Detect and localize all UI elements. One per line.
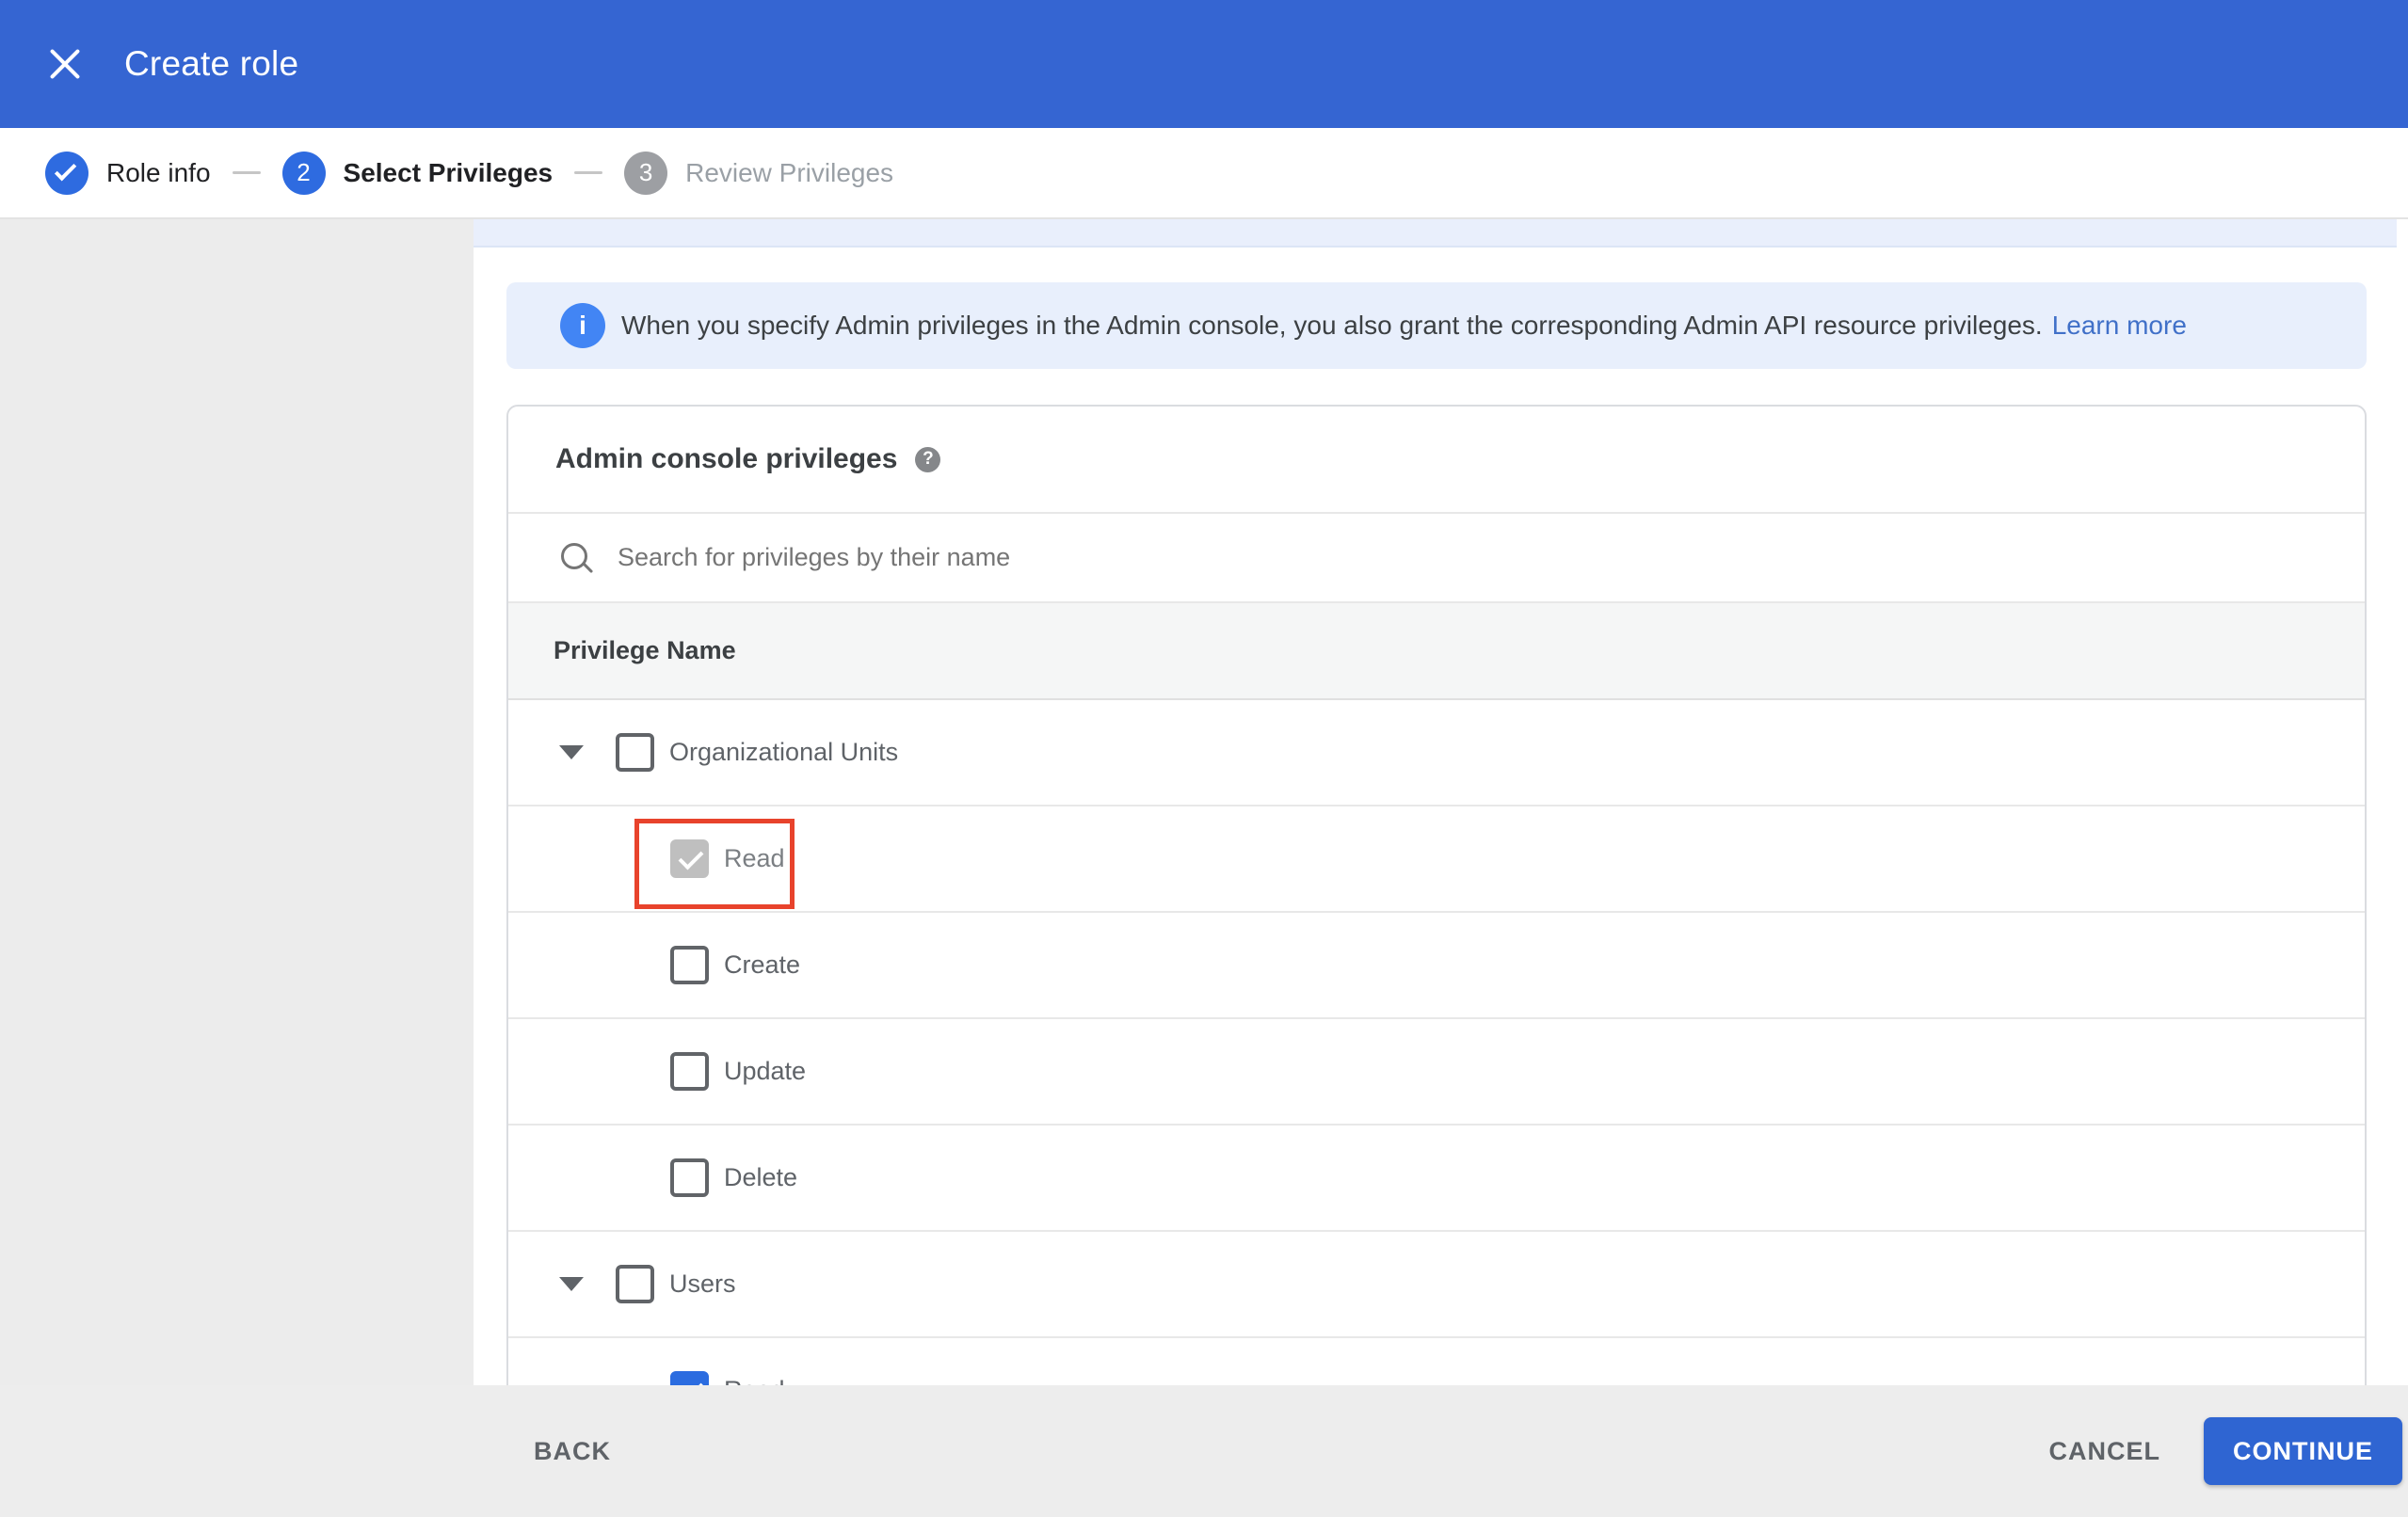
scrolled-section-edge [474, 219, 2397, 248]
cancel-button[interactable]: CANCEL [2049, 1437, 2161, 1466]
privilege-label: Read [724, 1376, 785, 1385]
check-icon [54, 159, 77, 182]
privilege-label: Update [724, 1057, 807, 1085]
privilege-row: Update [508, 1019, 2365, 1126]
info-banner: i When you specify Admin privileges in t… [506, 282, 2367, 369]
search-row [508, 514, 2365, 603]
app-bar: Create role [0, 0, 2408, 128]
step-label: Role info [106, 157, 211, 187]
stepper: Role info 2 Select Privileges 3 Review P… [0, 128, 2408, 219]
privilege-label: Delete [724, 1163, 798, 1191]
back-button[interactable]: BACK [534, 1437, 611, 1466]
card-heading: Admin console privileges ? [508, 407, 2365, 514]
checkbox-checked[interactable] [670, 839, 709, 878]
checkbox-unchecked[interactable] [616, 1265, 654, 1303]
expander-arrow-icon[interactable] [559, 1277, 584, 1291]
step-complete-icon [45, 151, 88, 195]
step-connector [574, 171, 603, 174]
expander-arrow-icon[interactable] [559, 745, 584, 759]
footer-bar: BACK CANCEL CONTINUE [0, 1385, 2408, 1517]
banner-text: When you specify Admin privileges in the… [621, 311, 2043, 340]
close-icon[interactable] [47, 46, 83, 82]
continue-button[interactable]: CONTINUE [2204, 1417, 2402, 1485]
create-role-dialog: Create role Role info 2 Select Privilege… [0, 0, 2408, 1517]
step-number-badge: 3 [624, 151, 668, 195]
checkbox-unchecked[interactable] [616, 733, 654, 772]
privilege-row: Delete [508, 1126, 2365, 1232]
privilege-label: Create [724, 950, 801, 979]
step-role-info[interactable]: Role info [45, 151, 211, 195]
learn-more-link[interactable]: Learn more [2052, 311, 2187, 341]
checkbox-unchecked[interactable] [670, 1158, 709, 1197]
privilege-label: Organizational Units [669, 738, 899, 766]
checkbox-checked[interactable] [670, 1371, 709, 1385]
info-icon: i [560, 303, 605, 348]
search-input[interactable] [618, 543, 1747, 572]
search-icon [559, 541, 593, 575]
content-scroll-area[interactable]: i When you specify Admin privileges in t… [474, 219, 2408, 1385]
privilege-label: Users [669, 1269, 736, 1298]
privilege-label: Read [724, 844, 785, 872]
dialog-body: i When you specify Admin privileges in t… [0, 219, 2408, 1385]
step-number-badge: 2 [281, 151, 326, 195]
privilege-row: Create [508, 913, 2365, 1019]
step-select-privileges[interactable]: 2 Select Privileges [281, 151, 554, 195]
privilege-row: Read [508, 1338, 2365, 1385]
privilege-row: Users [508, 1232, 2365, 1338]
step-label: Select Privileges [343, 157, 554, 187]
step-label: Review Privileges [685, 157, 894, 187]
step-connector [232, 171, 261, 174]
checkbox-unchecked[interactable] [670, 946, 709, 984]
column-header-label: Privilege Name [554, 636, 736, 664]
privilege-row: Organizational Units [508, 700, 2365, 806]
help-icon[interactable]: ? [915, 446, 941, 472]
dialog-title: Create role [124, 44, 299, 83]
table-column-header: Privilege Name [508, 603, 2365, 700]
checkbox-unchecked[interactable] [670, 1052, 709, 1091]
privilege-rows: Organizational Units Read Create Update Dele… [508, 700, 2365, 1385]
privilege-row: Read [508, 806, 2365, 913]
left-panel [0, 219, 474, 1385]
card-title: Admin console privileges [555, 443, 898, 474]
privileges-card: Admin console privileges ? Privilege Nam… [506, 405, 2367, 1385]
step-review-privileges[interactable]: 3 Review Privileges [624, 151, 894, 195]
